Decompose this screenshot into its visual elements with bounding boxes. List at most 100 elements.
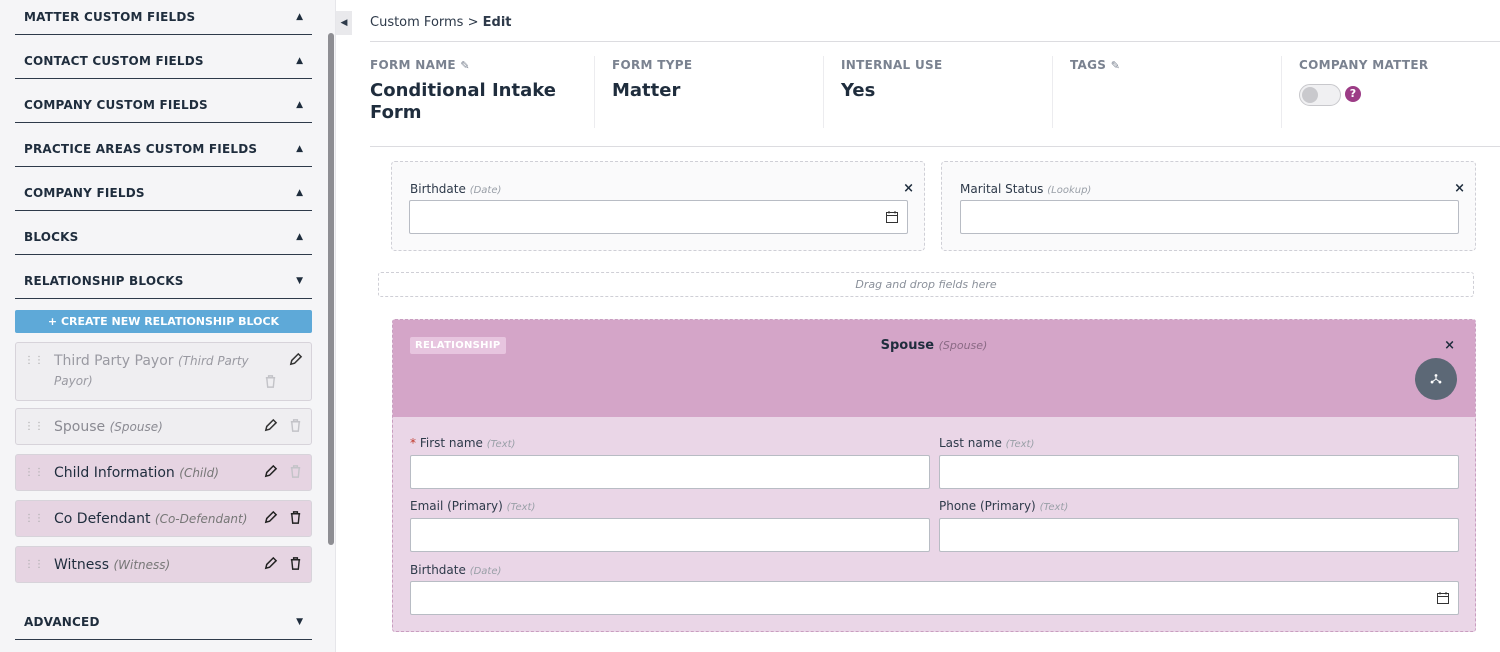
- phone-label: Phone (Primary) (Text): [939, 499, 1069, 513]
- breadcrumb-parent-link[interactable]: Custom Forms: [370, 15, 463, 30]
- pencil-icon[interactable]: [263, 510, 278, 525]
- form-name-label: FORM NAME ✎: [370, 58, 470, 72]
- divider: [370, 146, 1500, 147]
- last-name-label: Last name (Text): [939, 436, 1035, 450]
- meta-form-type: FORM TYPE Matter: [612, 58, 692, 102]
- block-actions: [263, 464, 303, 479]
- relationship-block-witness[interactable]: ⋮⋮ Witness (Witness): [15, 546, 312, 583]
- trash-icon[interactable]: [288, 556, 303, 571]
- sidebar-scrollbar[interactable]: [328, 33, 334, 545]
- company-matter-toggle[interactable]: [1299, 84, 1341, 106]
- chevron-up-icon: ▲: [296, 231, 303, 242]
- email-input[interactable]: [410, 518, 930, 552]
- help-icon[interactable]: ?: [1345, 86, 1361, 102]
- last-name-input[interactable]: [939, 455, 1459, 489]
- marital-status-input[interactable]: [960, 200, 1459, 234]
- tags-label: TAGS ✎: [1070, 58, 1121, 72]
- collapse-sidebar-button[interactable]: ◀: [336, 11, 352, 35]
- hierarchy-icon: [1430, 374, 1442, 384]
- chevron-up-icon: ▲: [296, 143, 303, 154]
- company-matter-label: COMPANY MATTER: [1299, 58, 1429, 72]
- block-name: Child Information (Child): [54, 465, 219, 481]
- block-actions: [263, 510, 303, 525]
- field-card-marital-status[interactable]: Marital Status (Lookup) ×: [941, 161, 1476, 251]
- breadcrumb: Custom Forms > Edit: [370, 15, 512, 30]
- breadcrumb-current: Edit: [482, 15, 512, 30]
- trash-icon[interactable]: [288, 418, 303, 433]
- phone-input[interactable]: [939, 518, 1459, 552]
- section-label: RELATIONSHIP BLOCKS: [24, 273, 184, 288]
- divider: [823, 56, 824, 128]
- meta-internal-use: INTERNAL USE Yes: [841, 58, 942, 102]
- relationship-block-co-defendant[interactable]: ⋮⋮ Co Defendant (Co-Defendant): [15, 500, 312, 537]
- pencil-icon[interactable]: ✎: [1111, 59, 1121, 72]
- field-card-birthdate[interactable]: Birthdate (Date) ×: [391, 161, 925, 251]
- form-name-value: Conditional Intake Form: [370, 80, 556, 123]
- drag-handle-icon[interactable]: ⋮⋮: [24, 559, 44, 570]
- section-label: ADVANCED: [24, 614, 100, 629]
- drop-zone[interactable]: Drag and drop fields here: [378, 272, 1474, 297]
- section-practice-areas-custom-fields[interactable]: PRACTICE AREAS CUSTOM FIELDS ▲: [15, 131, 312, 167]
- divider: [1281, 56, 1282, 128]
- pencil-icon[interactable]: [263, 464, 278, 479]
- meta-company-matter: COMPANY MATTER ?: [1299, 58, 1428, 110]
- section-label: MATTER CUSTOM FIELDS: [24, 10, 196, 24]
- relationship-birthdate-input[interactable]: [410, 581, 1459, 615]
- trash-icon[interactable]: [263, 374, 278, 389]
- trash-icon[interactable]: [288, 510, 303, 525]
- chevron-up-icon: ▲: [296, 12, 303, 22]
- drag-handle-icon[interactable]: ⋮⋮: [24, 513, 44, 524]
- trash-icon[interactable]: [288, 464, 303, 479]
- relationship-block-spouse[interactable]: ⋮⋮ Spouse (Spouse): [15, 408, 312, 445]
- section-label: COMPANY CUSTOM FIELDS: [24, 97, 208, 112]
- create-relationship-block-button[interactable]: + CREATE NEW RELATIONSHIP BLOCK: [15, 310, 312, 333]
- section-contact-custom-fields[interactable]: CONTACT CUSTOM FIELDS ▲: [15, 43, 312, 79]
- toggle-knob: [1302, 87, 1318, 103]
- share-fab-button[interactable]: [1415, 358, 1457, 400]
- first-name-label: * First name (Text): [410, 436, 516, 450]
- meta-tags: TAGS ✎: [1070, 58, 1120, 72]
- drag-handle-icon[interactable]: ⋮⋮: [24, 421, 44, 432]
- section-company-fields[interactable]: COMPANY FIELDS ▲: [15, 175, 312, 211]
- section-relationship-blocks[interactable]: RELATIONSHIP BLOCKS ▼: [15, 263, 312, 299]
- sidebar: MATTER CUSTOM FIELDS ▲ CONTACT CUSTOM FI…: [0, 0, 336, 652]
- breadcrumb-separator: >: [467, 15, 479, 30]
- relationship-block-child-information[interactable]: ⋮⋮ Child Information (Child): [15, 454, 312, 491]
- section-blocks[interactable]: BLOCKS ▲: [15, 219, 312, 255]
- block-name: Co Defendant (Co-Defendant): [54, 511, 248, 527]
- close-icon[interactable]: ×: [903, 181, 914, 196]
- block-name: Spouse (Spouse): [54, 419, 163, 435]
- divider: [1052, 56, 1053, 128]
- close-icon[interactable]: ×: [1444, 338, 1455, 353]
- relationship-header: RELATIONSHIP Spouse (Spouse) ×: [393, 320, 1475, 417]
- close-icon[interactable]: ×: [1454, 181, 1465, 196]
- meta-form-name: FORM NAME ✎ Conditional Intake Form: [370, 58, 580, 124]
- pencil-icon[interactable]: [288, 352, 303, 367]
- divider: [594, 56, 595, 128]
- internal-use-value: Yes: [841, 80, 876, 101]
- pencil-icon[interactable]: ✎: [460, 59, 470, 72]
- drag-handle-icon[interactable]: ⋮⋮: [24, 467, 44, 478]
- relationship-block[interactable]: RELATIONSHIP Spouse (Spouse) × * First n…: [392, 319, 1476, 632]
- calendar-icon[interactable]: [885, 210, 899, 224]
- divider: [370, 41, 1500, 42]
- caret-left-icon: ◀: [340, 18, 348, 28]
- field-label: Birthdate (Date): [410, 182, 502, 196]
- section-advanced[interactable]: ADVANCED ▼: [15, 604, 312, 640]
- drag-handle-icon[interactable]: ⋮⋮: [24, 355, 44, 366]
- relationship-title: Spouse (Spouse): [880, 338, 988, 353]
- section-matter-custom-fields[interactable]: MATTER CUSTOM FIELDS ▲: [15, 0, 312, 35]
- chevron-down-icon: ▼: [296, 616, 303, 627]
- block-name: Third Party Payor (Third Party Payor): [54, 353, 249, 388]
- form-type-label: FORM TYPE: [612, 58, 693, 72]
- relationship-block-third-party-payor[interactable]: ⋮⋮ Third Party Payor (Third Party Payor): [15, 342, 312, 401]
- first-name-input[interactable]: [410, 455, 930, 489]
- section-company-custom-fields[interactable]: COMPANY CUSTOM FIELDS ▲: [15, 87, 312, 123]
- birthdate-input[interactable]: [409, 200, 908, 234]
- internal-use-label: INTERNAL USE: [841, 58, 943, 72]
- chevron-up-icon: ▲: [296, 187, 303, 198]
- pencil-icon[interactable]: [263, 418, 278, 433]
- pencil-icon[interactable]: [263, 556, 278, 571]
- calendar-icon[interactable]: [1436, 591, 1450, 605]
- chevron-up-icon: ▲: [296, 55, 303, 66]
